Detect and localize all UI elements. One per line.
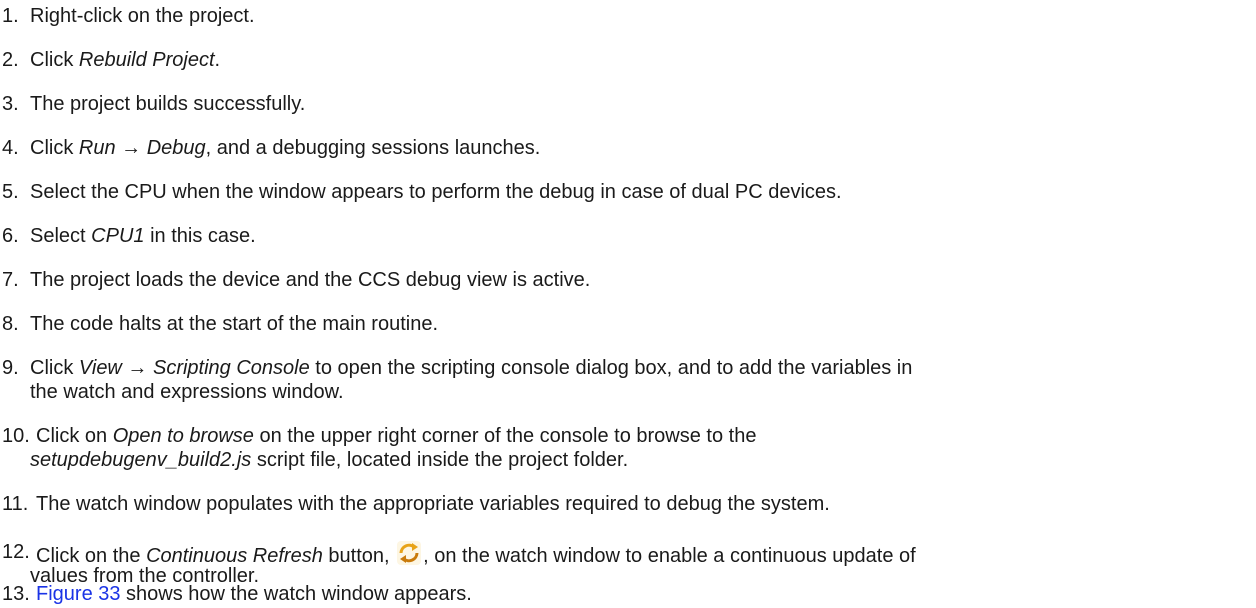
figure-link[interactable]: Figure 33 [36, 583, 121, 605]
step-text: Click on Open to browse on the upper rig… [36, 424, 756, 448]
step-text: Figure 33 shows how the watch window app… [36, 582, 472, 606]
step-text-part: on the upper right corner of the console… [253, 425, 757, 447]
step-text-continued: the watch and expressions window. [30, 381, 344, 403]
step-text: Click Rebuild Project. [30, 48, 220, 72]
step-text-part: . [214, 49, 221, 71]
script-filename: setupdebugenv_build2.js [30, 449, 252, 471]
step-number: 9. [2, 357, 19, 379]
step-text-part: Select the CPU when the window appears t… [30, 181, 842, 203]
step-text-part: button, [322, 545, 396, 567]
menu-command: Rebuild Project [78, 49, 215, 71]
step-text: Select the CPU when the window appears t… [30, 180, 842, 204]
step-text-part: in this case. [144, 225, 256, 247]
step-text-part: Select [30, 225, 92, 247]
step-number: 12. [2, 541, 30, 563]
step-number: 11. [2, 493, 29, 515]
step-text-part: script file, located inside the project … [251, 449, 629, 471]
menu-command: View → Scripting Console [78, 357, 310, 379]
step-text: The watch window populates with the appr… [36, 492, 830, 516]
step-text-part: The code halts at the start of the main … [30, 313, 439, 335]
step-text-part: to open the scripting console dialog box… [309, 357, 913, 379]
step-number: 10. [2, 425, 30, 447]
cpu-name: CPU1 [91, 225, 145, 247]
step-number: 7. [2, 269, 19, 291]
step-text-part: Click [30, 137, 79, 159]
continuous-refresh-icon [397, 541, 422, 565]
step-text-continued: setupdebugenv_build2.js script file, loc… [30, 448, 628, 472]
step-text-part: The project builds successfully. [30, 93, 306, 115]
step-text-part: Click on [36, 425, 113, 447]
step-text: The project builds successfully. [30, 92, 305, 116]
step-text: Select CPU1 in this case. [30, 224, 256, 248]
step-text: The code halts at the start of the main … [30, 312, 438, 336]
step-text-part: shows how the watch window appears. [120, 583, 472, 605]
step-text-part: The project loads the device and the CCS… [30, 269, 591, 291]
step-number: 13. [2, 583, 30, 605]
step-number: 2. [2, 49, 19, 71]
step-text-part: , on the watch window to enable a contin… [423, 545, 916, 567]
step-text-part: The watch window populates with the appr… [36, 493, 830, 515]
menu-command: Run → Debug [78, 137, 206, 159]
step-number: 1. [2, 5, 19, 27]
step-number: 8. [2, 313, 19, 335]
step-text: Click View → Scripting Console to open t… [30, 356, 912, 380]
step-text: The project loads the device and the CCS… [30, 268, 590, 292]
step-text: Right-click on the project. [30, 4, 255, 28]
button-name: Open to browse [112, 425, 254, 447]
step-text-part: Right-click on the project. [30, 5, 255, 27]
step-text-part: Click [30, 49, 79, 71]
step-number: 6. [2, 225, 19, 247]
step-text-part: Click [30, 357, 79, 379]
step-text-part: , and a debugging sessions launches. [205, 137, 541, 159]
step-number: 4. [2, 137, 19, 159]
step-number: 5. [2, 181, 19, 203]
step-text: Click Run → Debug, and a debugging sessi… [30, 136, 540, 160]
step-number: 3. [2, 93, 19, 115]
